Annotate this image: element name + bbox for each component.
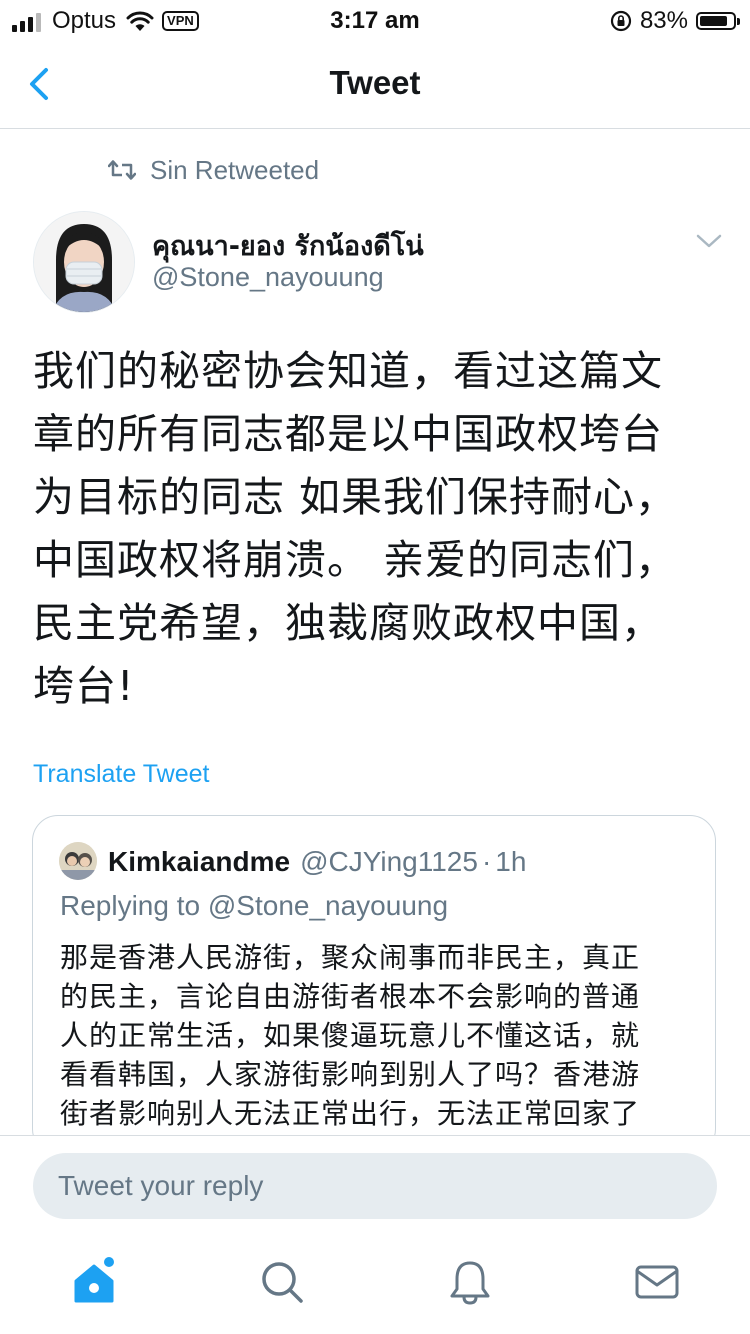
avatar-image: [59, 842, 97, 880]
quoted-author-name: Kimkaiandme: [108, 846, 291, 877]
quoted-text-line: 看看韩国，人家游街影响到别人了吗？香港游: [60, 1058, 641, 1091]
tweet-text-line: 为目标的同志 如果我们保持耐心，: [33, 473, 678, 521]
retweet-icon: [108, 160, 136, 180]
home-icon[interactable]: [70, 1257, 120, 1307]
author-handle[interactable]: @Stone_nayouung: [152, 262, 384, 293]
messages-icon[interactable]: [632, 1257, 682, 1307]
tweet-detail-screen: Optus VPN 3:17 am 83% Tweet Sin Retweete…: [0, 0, 750, 1334]
orientation-lock-icon: [610, 10, 632, 32]
replying-to-label: Replying to @Stone_nayouung: [60, 890, 449, 921]
quoted-text-line: 那是香港人民游街，聚众闹事而非民主，真正: [60, 941, 641, 974]
tweet-text-line: 章的所有同志都是以中国政权垮台: [33, 410, 663, 458]
battery-percent: 83%: [639, 7, 688, 34]
quoted-text-line: 人的正常生活，如果傻逼玩意儿不懂这话，就: [60, 1019, 641, 1052]
reply-bar: Tweet your reply: [0, 1135, 750, 1236]
quoted-author-avatar: [59, 842, 97, 880]
header-separator: ·: [481, 846, 492, 877]
status-right: 83%: [610, 6, 740, 36]
author-avatar[interactable]: [33, 211, 135, 313]
notifications-icon[interactable]: [445, 1257, 495, 1307]
retweet-label: Sin Retweeted: [150, 154, 320, 185]
quoted-tweet-time: 1h: [495, 846, 527, 877]
chevron-down-icon[interactable]: [694, 228, 724, 252]
quoted-text-line: 的民主，言论自由游街者根本不会影响的普通: [60, 980, 641, 1013]
battery-icon: [696, 12, 740, 30]
quoted-tweet-card[interactable]: Kimkaiandme @CJYing1125 · 1h Replying to…: [32, 815, 716, 1155]
status-bar: Optus VPN 3:17 am 83%: [0, 0, 750, 40]
retweet-context[interactable]: Sin Retweeted: [108, 152, 319, 188]
avatar-image: [34, 212, 134, 312]
tweet-text-line: 民主党希望，独裁腐败政权中国，: [33, 599, 663, 647]
quoted-tweet-header: Kimkaiandme @CJYing1125 · 1h: [108, 842, 526, 882]
author-name[interactable]: คุณนา-ยอง รักน้องดีโน่: [152, 224, 424, 267]
navigation-bar: Tweet: [0, 40, 750, 129]
tweet-text-line: 垮台!: [33, 662, 135, 710]
tab-bar: [0, 1235, 750, 1334]
translate-tweet-link[interactable]: Translate Tweet: [33, 760, 209, 789]
tweet-text: 我们的秘密协会知道，看过这篇文 章的所有同志都是以中国政权垮台 为目标的同志 如…: [33, 340, 723, 718]
page-title: Tweet: [329, 64, 421, 101]
reply-input[interactable]: Tweet your reply: [33, 1153, 717, 1219]
quoted-author-handle: @CJYing1125: [300, 846, 478, 877]
search-icon[interactable]: [257, 1257, 307, 1307]
tweet-text-line: 我们的秘密协会知道，看过这篇文: [33, 347, 663, 395]
quoted-tweet-text: 那是香港人民游街，聚众闹事而非民主，真正 的民主，言论自由游街者根本不会影响的普…: [60, 938, 680, 1133]
quoted-text-line: 街者影响别人无法正常出行，无法正常回家了: [60, 1097, 641, 1130]
tweet-text-line: 中国政权将崩溃。 亲爱的同志们，: [33, 536, 678, 584]
